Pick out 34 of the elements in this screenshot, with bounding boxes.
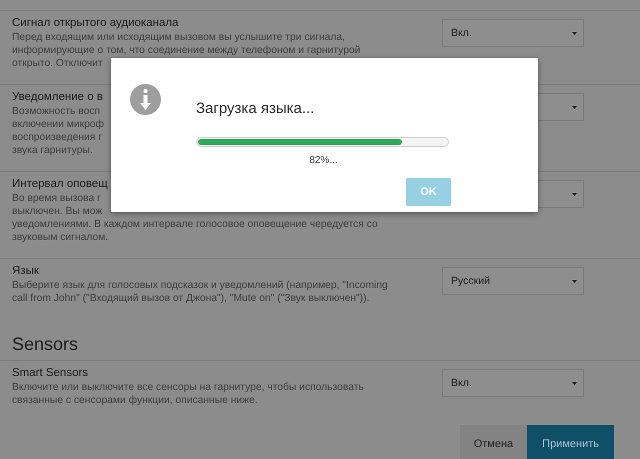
caret-icon xyxy=(572,32,577,34)
setting-description: Выберите язык для голосовых подсказок и уведомлений (например, "Incoming xyxy=(12,279,388,292)
setting-description: открыто. Отключит xyxy=(12,57,103,70)
caret-icon xyxy=(572,382,577,384)
setting-description: Перед входящим или исходящим вызовом вы услышите три сигнала, xyxy=(12,31,345,44)
apply-button[interactable]: Применить xyxy=(527,425,614,459)
setting-description: информирующие о том, что соединение между телефоном и гарнитурой xyxy=(12,44,360,57)
setting-title: Уведомление о в xyxy=(12,90,103,105)
setting-description: выключен. Вы мож xyxy=(12,205,102,218)
setting-description: уведомлениями. В каждом интервале голосовое оповещение чередуется со xyxy=(12,218,378,231)
setting-title: Интервал оповещ xyxy=(12,177,108,192)
download-icon xyxy=(130,84,161,115)
dropdown[interactable]: Вкл. xyxy=(442,369,584,397)
setting-title: Сигнал открытого аудиоканала xyxy=(12,16,178,31)
setting-description: связанные с сенсорами функции, описанные ниже. xyxy=(12,394,258,407)
setting-description: включении микроф xyxy=(12,118,104,131)
setting-description: воспроизведения г xyxy=(12,131,102,144)
setting-description: call from John" ("Входящий вызов от Джона"), "Mute on" ("Звук выключен")). xyxy=(12,292,370,305)
dialog-title: Загрузка языка... xyxy=(196,100,314,117)
caret-icon xyxy=(572,280,577,282)
cancel-button[interactable]: Отмена xyxy=(460,425,528,459)
setting-description: Во время вызова г xyxy=(12,192,101,205)
caret-icon xyxy=(572,106,577,108)
progress-percent: 82%... xyxy=(309,155,338,166)
setting-description: Включите или выключите все сенсоры на гарнитуре, чтобы использовать xyxy=(12,381,364,394)
setting-description: Возможность восп xyxy=(12,105,100,118)
setting-title: Smart Sensors xyxy=(12,366,88,381)
dropdown[interactable]: Русский xyxy=(442,267,584,295)
dropdown[interactable]: Вкл. xyxy=(442,19,584,47)
setting-description: звука гарнитуры. xyxy=(12,144,93,157)
setting-title: Язык xyxy=(12,264,39,279)
caret-icon xyxy=(572,192,577,196)
setting-description: звуковым сигналом. xyxy=(12,231,108,244)
section-heading: Sensors xyxy=(0,333,640,361)
